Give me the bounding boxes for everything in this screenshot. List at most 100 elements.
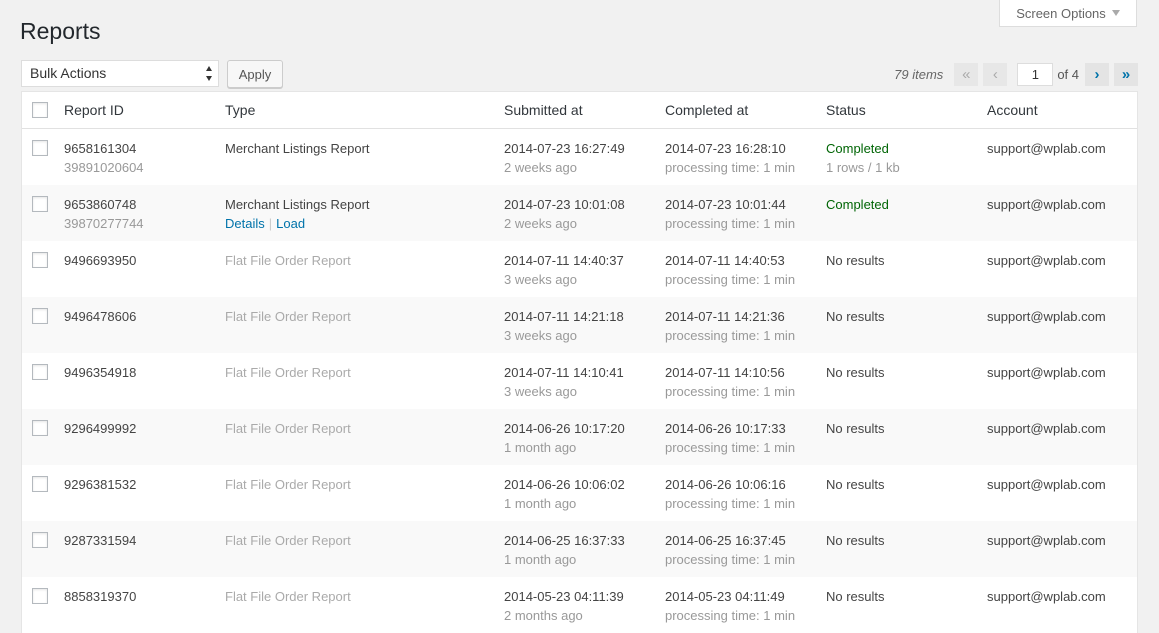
apply-button[interactable]: Apply bbox=[227, 60, 283, 88]
table-row: 9296499992 Flat File Order Report 2014-0… bbox=[22, 409, 1137, 465]
status-text: No results bbox=[826, 477, 885, 492]
account: support@wplab.com bbox=[987, 141, 1106, 156]
row-checkbox[interactable] bbox=[32, 140, 48, 156]
reports-table: Report ID Type Submitted at Completed at… bbox=[21, 91, 1138, 633]
table-row: 9496693950 Flat File Order Report 2014-0… bbox=[22, 241, 1137, 297]
submitted-at: 2014-06-26 10:17:20 bbox=[504, 421, 625, 436]
row-checkbox[interactable] bbox=[32, 588, 48, 604]
status-text: Completed bbox=[826, 197, 889, 212]
account: support@wplab.com bbox=[987, 589, 1106, 604]
next-page-button[interactable]: › bbox=[1085, 62, 1109, 86]
completed-at: 2014-06-26 10:17:33 bbox=[665, 421, 786, 436]
last-page-button[interactable]: » bbox=[1114, 62, 1138, 86]
submitted-ago: 2 weeks ago bbox=[504, 160, 577, 175]
report-id: 9496693950 bbox=[64, 253, 137, 268]
submitted-ago: 2 weeks ago bbox=[504, 216, 577, 231]
account: support@wplab.com bbox=[987, 253, 1106, 268]
col-account[interactable]: Account bbox=[987, 102, 1038, 118]
report-type: Merchant Listings Report bbox=[225, 141, 370, 156]
status-text: No results bbox=[826, 253, 885, 268]
report-id: 9496354918 bbox=[64, 365, 137, 380]
total-pages: of 4 bbox=[1057, 66, 1079, 82]
processing-time: processing time: 1 min bbox=[665, 440, 796, 455]
report-type: Flat File Order Report bbox=[225, 365, 351, 380]
submitted-ago: 2 months ago bbox=[504, 608, 583, 623]
row-checkbox[interactable] bbox=[32, 476, 48, 492]
submitted-ago: 3 weeks ago bbox=[504, 328, 577, 343]
report-type: Flat File Order Report bbox=[225, 421, 351, 436]
completed-at: 2014-07-11 14:40:53 bbox=[665, 253, 785, 268]
submitted-at: 2014-07-11 14:10:41 bbox=[504, 365, 624, 380]
report-type: Flat File Order Report bbox=[225, 309, 351, 324]
col-submitted-at[interactable]: Submitted at bbox=[504, 102, 583, 118]
report-type: Flat File Order Report bbox=[225, 253, 351, 268]
submitted-at: 2014-07-23 10:01:08 bbox=[504, 197, 625, 212]
items-count: 79 items bbox=[894, 66, 944, 82]
screen-options-button[interactable]: Screen Options bbox=[999, 0, 1137, 27]
row-checkbox[interactable] bbox=[32, 420, 48, 436]
col-report-id[interactable]: Report ID bbox=[64, 102, 124, 118]
col-type[interactable]: Type bbox=[225, 102, 255, 118]
submitted-ago: 3 weeks ago bbox=[504, 272, 577, 287]
table-row: 9658161304 39891020604 Merchant Listings… bbox=[22, 129, 1137, 185]
submitted-at: 2014-07-11 14:40:37 bbox=[504, 253, 624, 268]
submitted-at: 2014-07-23 16:27:49 bbox=[504, 141, 625, 156]
report-id: 9653860748 bbox=[64, 197, 137, 212]
completed-at: 2014-05-23 04:11:49 bbox=[665, 589, 785, 604]
completed-at: 2014-06-25 16:37:45 bbox=[665, 533, 786, 548]
current-page-input[interactable]: 1 bbox=[1017, 62, 1054, 86]
table-nav: Bulk Actions Apply 79 items « ‹ 1 of 4 ›… bbox=[21, 60, 1138, 88]
table-header: Report ID Type Submitted at Completed at… bbox=[22, 92, 1137, 129]
row-checkbox[interactable] bbox=[32, 308, 48, 324]
table-row: 9653860748 39870277744 Merchant Listings… bbox=[22, 185, 1137, 241]
report-id: 9658161304 bbox=[64, 141, 137, 156]
account: support@wplab.com bbox=[987, 365, 1106, 380]
page-title: Reports bbox=[20, 18, 101, 44]
report-id: 9496478606 bbox=[64, 309, 137, 324]
report-type: Flat File Order Report bbox=[225, 477, 351, 492]
table-row: 8858319370 Flat File Order Report 2014-0… bbox=[22, 577, 1137, 633]
row-checkbox[interactable] bbox=[32, 532, 48, 548]
load-link[interactable]: Load bbox=[276, 216, 305, 231]
details-link[interactable]: Details bbox=[225, 216, 265, 231]
account: support@wplab.com bbox=[987, 309, 1106, 324]
status-text: No results bbox=[826, 309, 885, 324]
status-text: No results bbox=[826, 365, 885, 380]
submitted-ago: 1 month ago bbox=[504, 552, 577, 567]
row-checkbox[interactable] bbox=[32, 364, 48, 380]
account: support@wplab.com bbox=[987, 477, 1106, 492]
screen-options-label: Screen Options bbox=[1016, 5, 1106, 21]
completed-at: 2014-07-11 14:21:36 bbox=[665, 309, 785, 324]
prev-page-icon: ‹ bbox=[983, 62, 1008, 86]
select-all-checkbox[interactable] bbox=[32, 102, 48, 118]
account: support@wplab.com bbox=[987, 197, 1106, 212]
pagination: 79 items « ‹ 1 of 4 › » bbox=[894, 60, 1138, 88]
table-row: 9496478606 Flat File Order Report 2014-0… bbox=[22, 297, 1137, 353]
col-completed-at[interactable]: Completed at bbox=[665, 102, 748, 118]
submitted-at: 2014-07-11 14:21:18 bbox=[504, 309, 624, 324]
processing-time: processing time: 1 min bbox=[665, 384, 796, 399]
status-text: No results bbox=[826, 533, 885, 548]
row-checkbox[interactable] bbox=[32, 196, 48, 212]
col-status[interactable]: Status bbox=[826, 102, 866, 118]
report-id: 9296499992 bbox=[64, 421, 137, 436]
submitted-ago: 1 month ago bbox=[504, 440, 577, 455]
account: support@wplab.com bbox=[987, 421, 1106, 436]
processing-time: processing time: 1 min bbox=[665, 552, 796, 567]
report-type: Flat File Order Report bbox=[225, 533, 351, 548]
processing-time: processing time: 1 min bbox=[665, 328, 796, 343]
first-page-icon: « bbox=[954, 62, 979, 86]
row-checkbox[interactable] bbox=[32, 252, 48, 268]
bulk-actions-label: Bulk Actions bbox=[30, 65, 107, 81]
report-id: 9296381532 bbox=[64, 477, 137, 492]
completed-at: 2014-06-26 10:06:16 bbox=[665, 477, 786, 492]
report-type: Flat File Order Report bbox=[225, 589, 351, 604]
processing-time: processing time: 1 min bbox=[665, 496, 796, 511]
account: support@wplab.com bbox=[987, 533, 1106, 548]
completed-at: 2014-07-23 10:01:44 bbox=[665, 197, 786, 212]
bulk-actions-select[interactable]: Bulk Actions bbox=[21, 60, 219, 87]
status-text: Completed bbox=[826, 141, 889, 156]
processing-time: processing time: 1 min bbox=[665, 272, 796, 287]
table-row: 9287331594 Flat File Order Report 2014-0… bbox=[22, 521, 1137, 577]
processing-time: processing time: 1 min bbox=[665, 216, 796, 231]
